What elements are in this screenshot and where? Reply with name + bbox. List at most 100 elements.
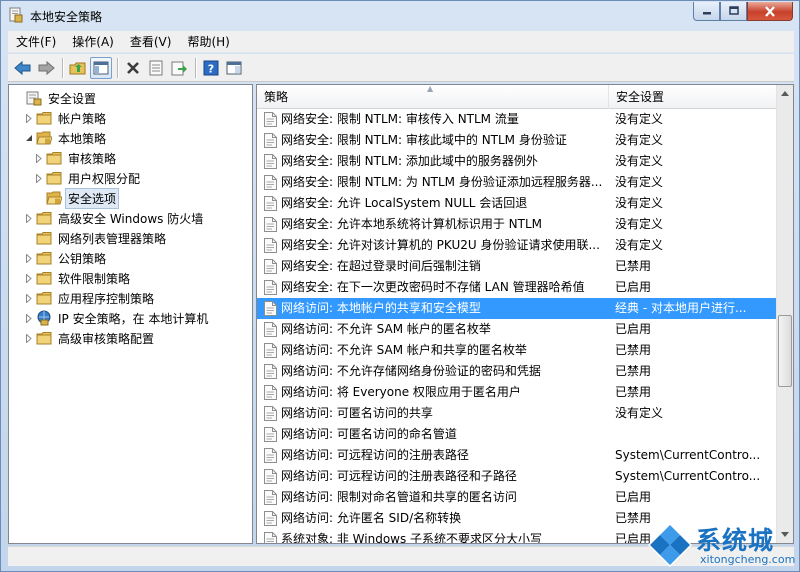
policy-name: 网络安全: 允许对该计算机的 PKU2U 身份验证请求使用联...: [281, 238, 600, 252]
tree-item[interactable]: 安全选项: [32, 187, 120, 209]
menu-file[interactable]: 文件(F): [8, 31, 64, 53]
policy-row[interactable]: 网络安全: 限制 NTLM: 审核此域中的 NTLM 身份验证 没有定义: [257, 130, 777, 151]
policy-value: 已禁用: [615, 385, 652, 399]
tree-item[interactable]: IP 安全策略，在 本地计算机: [22, 308, 210, 328]
properties-button[interactable]: [145, 57, 167, 79]
expand-arrow-icon[interactable]: [32, 148, 46, 168]
expand-arrow-icon[interactable]: [22, 288, 36, 308]
policy-row[interactable]: 网络安全: 限制 NTLM: 添加此域中的服务器例外 没有定义: [257, 151, 777, 172]
menu-view[interactable]: 查看(V): [122, 31, 180, 53]
tree-item[interactable]: 帐户策略: [22, 108, 108, 128]
column-header-security-setting[interactable]: 安全设置: [609, 85, 777, 109]
policy-row[interactable]: 网络安全: 限制 NTLM: 为 NTLM 身份验证添加远程服务器... 没有定义: [257, 172, 777, 193]
expand-arrow-icon[interactable]: [22, 268, 36, 288]
folder-icon: [36, 332, 52, 345]
expand-arrow-icon[interactable]: [22, 108, 36, 128]
policy-name: 网络访问: 不允许存储网络身份验证的密码和凭据: [281, 364, 541, 378]
policy-value: 已启用: [615, 280, 652, 294]
console-view-button[interactable]: [223, 57, 245, 79]
tree-item[interactable]: 安全设置: [12, 88, 98, 108]
policy-name: 网络访问: 可远程访问的注册表路径和子路径: [281, 469, 517, 483]
policy-row[interactable]: 网络安全: 允许本地系统将计算机标识用于 NTLM 没有定义: [257, 214, 777, 235]
show-hide-tree-button[interactable]: [90, 56, 112, 79]
folder-icon: [36, 112, 52, 125]
menu-action[interactable]: 操作(A): [64, 31, 122, 53]
policy-setting-icon: [264, 217, 277, 232]
policy-row[interactable]: 网络访问: 不允许存储网络身份验证的密码和凭据 已禁用: [257, 361, 777, 382]
policy-setting-icon: [264, 343, 277, 358]
close-button[interactable]: [747, 2, 793, 21]
folder-icon: [36, 252, 52, 265]
maximize-icon: [728, 6, 739, 15]
policy-row[interactable]: 网络访问: 不允许 SAM 帐户的匿名枚举 已启用: [257, 319, 777, 340]
expand-arrow-icon[interactable]: [22, 328, 36, 348]
scroll-thumb[interactable]: [778, 315, 792, 387]
column-header-policy[interactable]: ▲ 策略: [257, 85, 609, 109]
policy-row[interactable]: 网络安全: 在超过登录时间后强制注销 已禁用: [257, 256, 777, 277]
tree-item-label: 公钥策略: [58, 251, 107, 266]
tree-item[interactable]: 用户权限分配: [32, 168, 142, 188]
policy-setting-icon: [264, 301, 277, 316]
policy-setting-icon: [264, 511, 277, 526]
column-header-policy-label: 策略: [264, 90, 289, 104]
vertical-scrollbar[interactable]: [776, 85, 793, 543]
menu-help[interactable]: 帮助(H): [179, 31, 237, 53]
expand-arrow-icon[interactable]: [22, 308, 36, 328]
tree-item-label: 应用程序控制策略: [58, 291, 155, 306]
tree-item[interactable]: 高级审核策略配置: [22, 328, 156, 348]
policy-list: ▲ 策略 安全设置 网络安全: 限制 NTLM: 审核传入 NTLM 流量 没有定…: [256, 84, 794, 544]
back-icon: [14, 60, 31, 75]
policy-value: 没有定义: [615, 154, 664, 168]
security-policy-app-icon: [9, 7, 23, 23]
policy-row[interactable]: 网络访问: 本地帐户的共享和安全模型 经典 - 对本地用户进行...: [257, 298, 777, 319]
policy-row[interactable]: 网络访问: 将 Everyone 权限应用于匿名用户 已禁用: [257, 382, 777, 403]
policy-row[interactable]: 网络安全: 允许 LocalSystem NULL 会话回退 没有定义: [257, 193, 777, 214]
policy-row[interactable]: 网络访问: 可匿名访问的命名管道: [257, 424, 777, 445]
delete-button[interactable]: [122, 57, 144, 79]
tree-item[interactable]: 网络列表管理器策略: [22, 228, 168, 248]
tree-item[interactable]: 公钥策略: [22, 248, 108, 268]
watermark-url: xitongcheng.com: [700, 553, 796, 566]
policy-name: 网络访问: 可匿名访问的命名管道: [281, 427, 457, 441]
sort-ascending-icon: ▲: [427, 84, 434, 93]
tree-item[interactable]: 本地策略: [22, 128, 108, 148]
up-one-level-button[interactable]: [67, 57, 89, 79]
policy-setting-icon: [264, 238, 277, 253]
policy-row[interactable]: 网络安全: 在下一次更改密码时不存储 LAN 管理器哈希值 已启用: [257, 277, 777, 298]
back-button[interactable]: [12, 57, 34, 79]
policy-name: 网络访问: 限制对命名管道和共享的匿名访问: [281, 490, 517, 504]
policy-row[interactable]: 网络访问: 可远程访问的注册表路径 System\CurrentContro...: [257, 445, 777, 466]
tree-item[interactable]: 软件限制策略: [22, 268, 132, 288]
policy-row[interactable]: 网络访问: 可匿名访问的共享 没有定义: [257, 403, 777, 424]
folder-icon: [36, 232, 52, 245]
tree-item-label: 安全选项: [64, 187, 120, 209]
policy-value: 没有定义: [615, 175, 664, 189]
title-bar[interactable]: 本地安全策略: [1, 1, 799, 29]
policy-row[interactable]: 网络访问: 不允许 SAM 帐户和共享的匿名枚举 已禁用: [257, 340, 777, 361]
policy-row[interactable]: 网络访问: 可远程访问的注册表路径和子路径 System\CurrentContr…: [257, 466, 777, 487]
policy-setting-icon: [264, 259, 277, 274]
policy-row[interactable]: 网络安全: 允许对该计算机的 PKU2U 身份验证请求使用联... 没有定义: [257, 235, 777, 256]
policy-setting-icon: [264, 469, 277, 484]
help-button[interactable]: ?: [200, 57, 222, 79]
expand-arrow-icon[interactable]: [22, 208, 36, 228]
minimize-button[interactable]: [693, 2, 720, 21]
maximize-button[interactable]: [720, 2, 747, 21]
policy-row[interactable]: 网络安全: 限制 NTLM: 审核传入 NTLM 流量 没有定义: [257, 109, 777, 130]
tree-item[interactable]: 高级安全 Windows 防火墙: [22, 208, 205, 228]
export-list-button[interactable]: [168, 57, 190, 79]
policy-value: 没有定义: [615, 196, 664, 210]
policy-name: 网络安全: 限制 NTLM: 添加此域中的服务器例外: [281, 154, 538, 168]
tree-item[interactable]: 审核策略: [32, 148, 118, 168]
policy-row[interactable]: 网络访问: 限制对命名管道和共享的匿名访问 已启用: [257, 487, 777, 508]
scroll-up-button[interactable]: [777, 85, 793, 102]
collapse-arrow-icon[interactable]: [22, 128, 36, 148]
tree-item[interactable]: 应用程序控制策略: [22, 288, 156, 308]
forward-button[interactable]: [35, 57, 57, 79]
local-security-policy-window: 本地安全策略 文件(F) 操作(A) 查看(V) 帮助(H) ? 安全设置 帐户…: [0, 0, 800, 572]
forward-icon: [38, 60, 55, 75]
up-folder-icon: [69, 62, 86, 74]
expand-arrow-icon[interactable]: [32, 168, 46, 188]
expand-arrow-icon[interactable]: [22, 248, 36, 268]
